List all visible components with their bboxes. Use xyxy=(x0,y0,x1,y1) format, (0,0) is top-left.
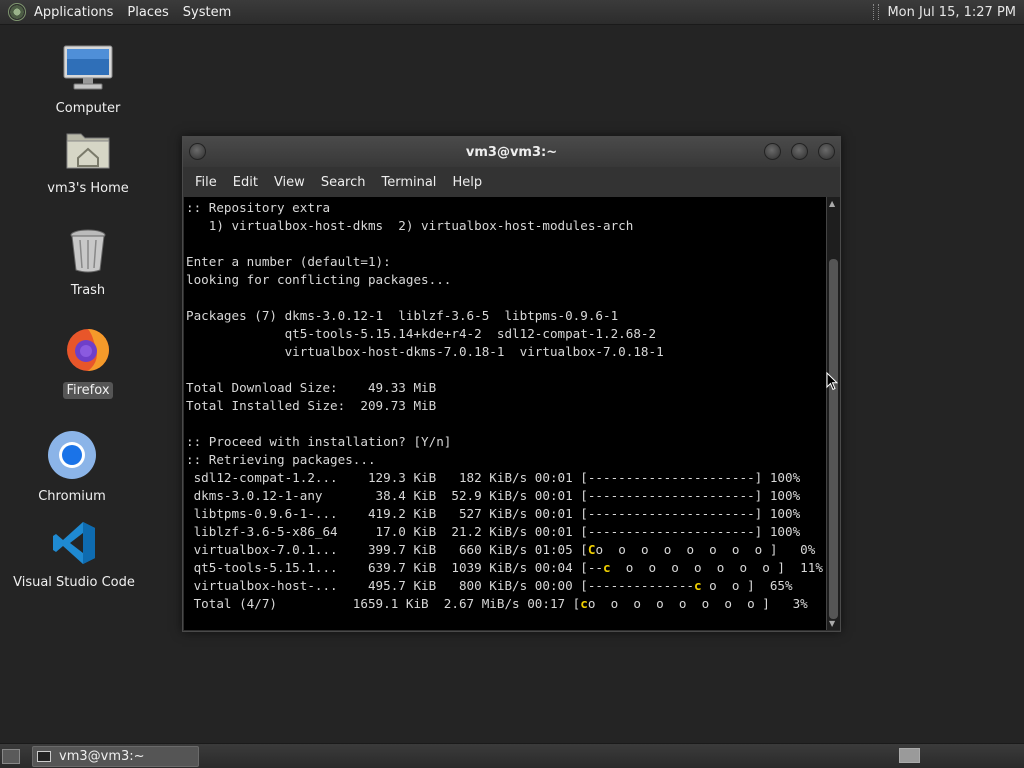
terminal-line: virtualbox-host-... 495.7 KiB 800 KiB/s … xyxy=(186,578,793,593)
applications-menu[interactable]: Applications xyxy=(34,5,113,20)
terminal-line: Total (4/7) 1659.1 KiB 2.67 MiB/s 00:17 … xyxy=(186,596,808,611)
terminal-line: Total Installed Size: 209.73 MiB xyxy=(186,398,437,413)
scroll-down-arrow-icon[interactable]: ▼ xyxy=(829,619,835,628)
terminal-line: liblzf-3.6-5-x86_64 17.0 KiB 21.2 KiB/s … xyxy=(186,524,801,539)
computer-icon xyxy=(23,44,153,96)
scrollbar-thumb[interactable] xyxy=(829,259,838,619)
terminal-line: :: Repository extra xyxy=(186,200,331,215)
terminal-line: virtualbox-7.0.1... 399.7 KiB 660 KiB/s … xyxy=(186,542,816,557)
maximize-button[interactable] xyxy=(791,143,808,160)
desktop-icon-vscode[interactable]: Visual Studio Code xyxy=(9,520,139,591)
terminal-task-icon xyxy=(37,750,51,762)
taskbar-item-label: vm3@vm3:~ xyxy=(59,748,145,764)
vscode-icon xyxy=(9,520,139,570)
terminal-line: Packages (7) dkms-3.0.12-1 liblzf-3.6-5 … xyxy=(186,308,619,323)
terminal-menubar: File Edit View Search Terminal Help xyxy=(183,167,840,197)
terminal-line: Enter a number (default=1): xyxy=(186,254,391,269)
desktop-icon-label: Visual Studio Code xyxy=(13,575,135,590)
workspace-switcher[interactable] xyxy=(899,748,920,763)
bottom-panel: vm3@vm3:~ xyxy=(0,743,1024,768)
system-menu[interactable]: System xyxy=(183,5,231,20)
menu-file[interactable]: File xyxy=(187,171,225,194)
terminal-line: virtualbox-host-dkms-7.0.18-1 virtualbox… xyxy=(186,344,664,359)
terminal-line: dkms-3.0.12-1-any 38.4 KiB 52.9 KiB/s 00… xyxy=(186,488,801,503)
terminal-line: :: Proceed with installation? [Y/n] xyxy=(186,434,452,449)
terminal-line: :: Retrieving packages... xyxy=(186,452,376,467)
panel-separator xyxy=(873,4,880,20)
desktop-icon-label: Firefox xyxy=(63,382,113,399)
chromium-icon xyxy=(7,430,137,484)
desktop-icon-label: Trash xyxy=(70,283,106,298)
window-titlebar[interactable]: vm3@vm3:~ xyxy=(183,137,840,167)
terminal-output[interactable]: :: Repository extra 1) virtualbox-host-d… xyxy=(184,197,826,630)
distro-logo-icon[interactable] xyxy=(8,3,26,21)
menu-terminal[interactable]: Terminal xyxy=(373,171,444,194)
terminal-line: qt5-tools-5.15.14+kde+r4-2 sdl12-compat-… xyxy=(186,326,657,341)
menu-search[interactable]: Search xyxy=(313,171,374,194)
desktop-icon-label: vm3's Home xyxy=(47,181,129,196)
trash-icon xyxy=(23,228,153,278)
mouse-pointer-icon xyxy=(826,371,839,395)
desktop-icon-computer[interactable]: Computer xyxy=(23,44,153,117)
terminal-line: 1) virtualbox-host-dkms 2) virtualbox-ho… xyxy=(186,218,634,233)
close-button[interactable] xyxy=(818,143,835,160)
desktop-icon-firefox[interactable]: Firefox xyxy=(23,326,153,399)
desktop-icon-label: Chromium xyxy=(38,489,106,504)
menu-edit[interactable]: Edit xyxy=(225,171,266,194)
desktop-icon-home[interactable]: vm3's Home xyxy=(23,128,153,197)
taskbar-item-terminal[interactable]: vm3@vm3:~ xyxy=(32,745,199,767)
scroll-up-arrow-icon[interactable]: ▲ xyxy=(829,199,835,208)
terminal-line: Total Download Size: 49.33 MiB xyxy=(186,380,437,395)
minimize-button[interactable] xyxy=(764,143,781,160)
firefox-icon xyxy=(23,326,153,378)
window-menu-button[interactable] xyxy=(189,143,206,160)
show-desktop-icon[interactable] xyxy=(2,748,20,764)
menu-help[interactable]: Help xyxy=(444,171,490,194)
terminal-line: looking for conflicting packages... xyxy=(186,272,452,287)
terminal-scrollbar[interactable]: ▲ ▼ xyxy=(826,197,840,630)
terminal-window[interactable]: vm3@vm3:~ File Edit View Search Terminal… xyxy=(182,136,841,632)
top-panel: Applications Places System Mon Jul 15, 1… xyxy=(0,0,1024,25)
clock[interactable]: Mon Jul 15, 1:27 PM xyxy=(887,5,1016,20)
desktop-icon-trash[interactable]: Trash xyxy=(23,228,153,299)
places-menu[interactable]: Places xyxy=(127,5,168,20)
terminal-line: libtpms-0.9.6-1-... 419.2 KiB 527 KiB/s … xyxy=(186,506,801,521)
terminal-line: qt5-tools-5.15.1... 639.7 KiB 1039 KiB/s… xyxy=(186,560,823,575)
desktop-icon-chromium[interactable]: Chromium xyxy=(7,430,137,505)
home-folder-icon xyxy=(23,128,153,176)
desktop-icon-label: Computer xyxy=(55,101,121,116)
menu-view[interactable]: View xyxy=(266,171,313,194)
window-title: vm3@vm3:~ xyxy=(465,144,558,160)
terminal-line: sdl12-compat-1.2... 129.3 KiB 182 KiB/s … xyxy=(186,470,801,485)
